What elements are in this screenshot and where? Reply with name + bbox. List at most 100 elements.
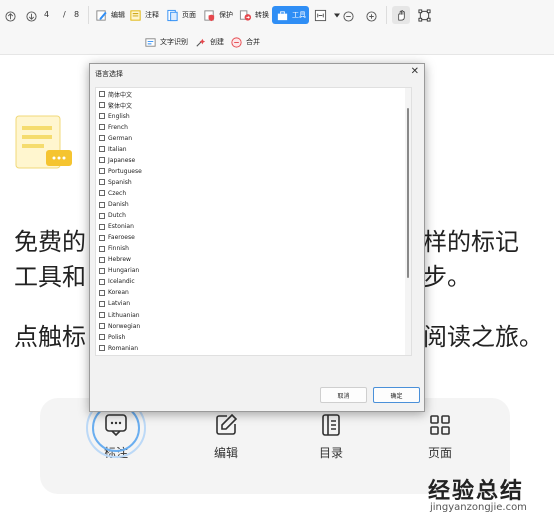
tools-toolbox-icon [275,8,289,22]
ocr-button[interactable]: 文字识别 [143,35,188,49]
language-label: Romanian [108,344,139,352]
checkbox[interactable] [99,201,105,208]
language-option[interactable]: Faeroese [99,233,135,243]
checkbox[interactable] [99,223,105,230]
tool-convert-label: 转换 [255,11,269,19]
checkbox[interactable] [99,212,105,219]
tool-tools-button[interactable]: 工具 [272,6,309,24]
create-button[interactable]: 创建 [193,35,224,49]
page-number-input[interactable]: 4 [44,10,49,19]
merge-button[interactable]: 合并 [229,35,260,49]
language-option[interactable]: Danish [99,200,129,210]
language-option[interactable]: Finnish [99,244,129,254]
language-option[interactable]: 繁体中文 [99,100,132,110]
arrow-down-circle-icon [24,9,38,23]
checkbox[interactable] [99,300,105,307]
prev-page-button[interactable] [3,9,17,23]
ocr-label: 文字识别 [160,38,188,46]
cancel-button[interactable]: 取消 [320,387,367,403]
checkbox[interactable] [99,91,105,97]
tool-annotate-label: 注释 [145,11,159,19]
checkbox[interactable] [99,323,105,330]
fit-width-icon [313,8,327,22]
protect-shield-icon [202,8,216,22]
tool-edit-button[interactable]: 编辑 [94,8,125,22]
scrollbar-thumb[interactable] [407,108,409,278]
arrow-up-circle-icon [3,9,17,23]
language-option[interactable]: French [99,122,128,132]
checkbox[interactable] [99,124,105,131]
checkbox[interactable] [99,312,105,318]
language-option[interactable]: Italian [99,144,127,154]
checkbox[interactable] [99,102,105,109]
zoom-out-icon [341,9,355,23]
checkbox[interactable] [99,190,105,197]
language-option[interactable]: 简体中文 [99,89,132,99]
language-option[interactable]: Norwegian [99,321,140,331]
checkbox[interactable] [99,334,105,341]
tool-convert-button[interactable]: 转换 [238,8,269,22]
checkbox[interactable] [99,157,105,164]
bottom-item-annotate[interactable]: 标注 [86,398,146,461]
fit-width-dropdown[interactable] [313,8,344,22]
language-option[interactable]: Latvian [99,299,130,309]
hand-tool-button[interactable] [392,6,410,24]
checkbox[interactable] [99,267,105,274]
language-option[interactable]: Icelandic [99,277,135,287]
language-option[interactable]: Lithuanian [99,310,140,320]
tool-edit-label: 编辑 [111,11,125,19]
language-option[interactable]: Czech [99,188,126,198]
language-option[interactable]: Japanese [99,155,135,165]
bottom-item-toc[interactable]: 目录 [301,412,361,461]
language-option[interactable]: Estonian [99,222,134,232]
next-page-button[interactable] [24,9,38,23]
language-list[interactable]: 简体中文繁体中文 English French German Italian Japane… [95,87,412,356]
zoom-out-button[interactable] [341,9,355,23]
language-option[interactable]: Romanian [99,343,138,353]
tool-page-label: 页面 [182,11,196,19]
checkbox[interactable] [99,113,105,120]
language-label: Icelandic [108,278,135,286]
checkbox[interactable] [99,146,105,153]
language-option[interactable]: Hebrew [99,255,131,265]
checkbox[interactable] [99,278,105,285]
language-option[interactable]: Hungarian [99,266,139,276]
language-option[interactable]: Portuguese [99,166,142,176]
watermark-cn: 经验总结 [428,479,525,504]
checkbox[interactable] [99,135,105,142]
ok-button[interactable]: 确定 [373,387,420,403]
bottom-item-pages[interactable]: 页面 [410,412,470,461]
language-label: 繁体中文 [108,102,133,110]
language-label: Danish [108,201,129,208]
checkbox[interactable] [99,234,105,241]
checkbox[interactable] [99,345,105,352]
checkbox[interactable] [99,289,105,296]
checkbox[interactable] [99,256,105,263]
language-option[interactable]: Spanish [99,177,132,187]
toc-list-icon [318,412,344,438]
tool-tools-label: 工具 [292,11,306,19]
watermark-url: jingyanzongjie.com [430,502,527,513]
zoom-in-button[interactable] [364,9,378,23]
select-tool-button[interactable] [417,8,431,22]
language-option[interactable]: German [99,133,132,143]
tool-page-button[interactable]: 页面 [165,8,196,22]
checkbox[interactable] [99,179,105,186]
language-label: Korean [108,289,129,297]
checkbox[interactable] [99,245,105,252]
language-option[interactable]: Polish [99,332,125,342]
bottom-item-edit-label: 编辑 [213,446,238,460]
language-label: Lithuanian [108,311,140,319]
tool-protect-button[interactable]: 保护 [202,8,233,22]
scrollbar[interactable] [405,88,411,355]
merge-icon [229,35,243,49]
checkbox[interactable] [99,168,105,175]
bottom-item-edit[interactable]: 编辑 [196,412,256,461]
language-option[interactable]: English [99,111,130,121]
tool-annotate-button[interactable]: 注释 [128,8,159,22]
close-icon[interactable]: ✕ [411,66,419,77]
language-option[interactable]: Dutch [99,211,126,221]
dialog-title: 语言选择 [95,70,123,78]
bottom-item-toc-label: 目录 [318,446,343,460]
language-option[interactable]: Korean [99,288,129,298]
